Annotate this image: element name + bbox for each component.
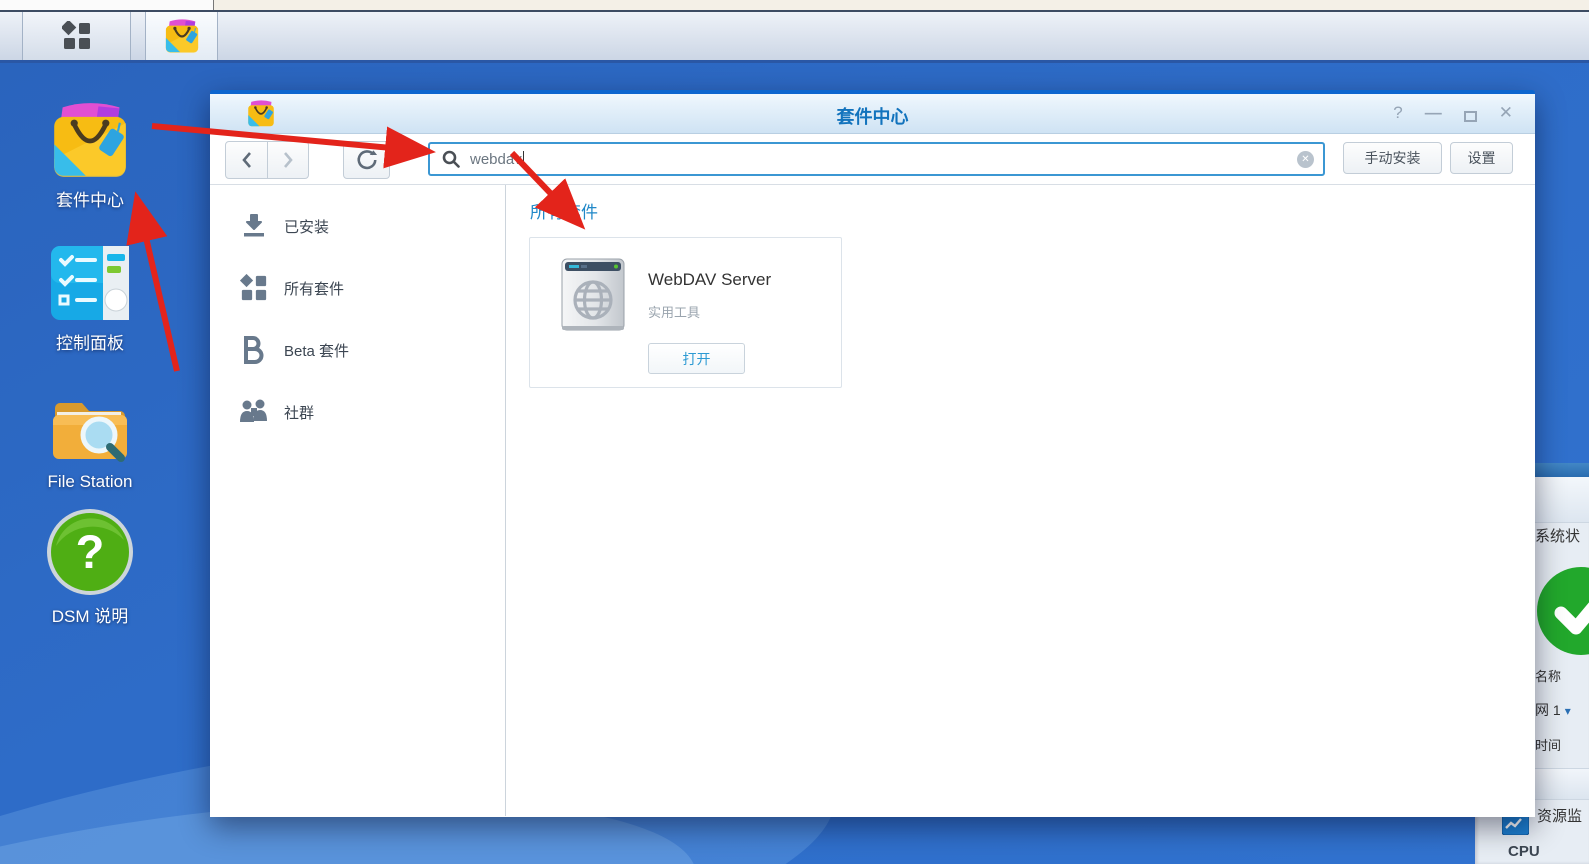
text-cursor [523,151,524,168]
dropdown-caret-icon: ▾ [1565,704,1571,718]
sidebar-item-beta-packages[interactable]: Beta 套件 [210,319,505,381]
package-name: WebDAV Server [648,270,771,290]
window-title: 套件中心 [210,103,1535,129]
system-health-title: 系统状 [1535,525,1580,546]
top-strip-right [213,0,1589,10]
toolbar: webdav ✕ 手动安装 设置 [210,134,1535,185]
installed-icon [240,212,268,240]
desktop-icon-file-station[interactable]: File Station [20,386,160,492]
package-category: 实用工具 [648,302,700,321]
section-title: 所有套件 [530,198,598,223]
desktop-icon-label: DSM 说明 [20,602,160,627]
clear-search-icon[interactable]: ✕ [1297,151,1314,168]
grid-menu-icon [62,21,92,51]
open-package-button[interactable]: 打开 [648,343,745,374]
beta-icon [242,334,266,366]
package-list: 所有套件 [506,185,1535,816]
refresh-button[interactable] [343,141,390,179]
webdav-server-icon [560,256,626,334]
control-panel-icon [49,243,131,323]
community-icon [239,398,269,426]
desktop-icon-package-center[interactable]: 套件中心 [20,100,160,211]
field-time-label: 时间 [1535,735,1561,754]
search-icon [442,150,460,168]
chevron-left-icon [241,151,253,169]
manual-install-button[interactable]: 手动安装 [1343,142,1442,174]
refresh-icon [356,149,378,171]
forward-button[interactable] [267,142,308,178]
desktop-icon-control-panel[interactable]: 控制面板 [20,243,160,354]
chevron-right-icon [282,151,294,169]
lan-dropdown[interactable]: 网 1▾ [1535,700,1571,720]
sidebar-item-community[interactable]: 社群 [210,381,505,443]
search-value: webdav [470,151,522,168]
close-icon[interactable]: ✕ [1499,100,1513,126]
sidebar-item-label: Beta 套件 [284,340,349,361]
settings-button[interactable]: 设置 [1450,142,1513,174]
desktop: 系统状 名称 网 1▾ 时间 资源监 CPU [0,0,1589,864]
back-button[interactable] [226,142,267,178]
sidebar-item-label: 社群 [284,402,314,423]
desktop-icon-dsm-help[interactable]: ? DSM 说明 [20,516,160,627]
package-card-webdav-server[interactable]: WebDAV Server 实用工具 打开 [529,237,842,388]
desktop-icon-label: File Station [20,472,160,492]
minimize-icon[interactable]: — [1425,100,1442,126]
sidebar-item-label: 已安装 [284,216,329,237]
all-packages-icon [240,274,268,302]
desktop-icon-label: 控制面板 [20,329,160,354]
field-name-label: 名称 [1535,666,1561,685]
resource-monitor-title: 资源监 [1537,805,1582,826]
main-menu-button[interactable] [22,12,131,60]
sidebar: 已安装 所有套件 [210,185,506,816]
file-station-icon [47,388,133,466]
sidebar-item-installed[interactable]: 已安装 [210,195,505,257]
sidebar-item-label: 所有套件 [284,278,344,299]
dsm-help-icon: ? [46,508,134,596]
green-check-icon [1537,567,1589,655]
package-center-icon [47,100,133,180]
help-icon[interactable]: ? [1393,100,1402,126]
cpu-label: CPU [1508,843,1540,860]
desktop-icon-label: 套件中心 [20,186,160,211]
resource-monitor-icon [1502,814,1529,835]
taskbar-package-center-task[interactable] [145,12,218,60]
titlebar: 套件中心 ? — ✕ [210,94,1535,134]
package-center-window: 套件中心 ? — ✕ [210,90,1535,817]
search-input[interactable]: webdav ✕ [428,142,1325,176]
maximize-icon[interactable] [1464,111,1477,122]
sidebar-item-all-packages[interactable]: 所有套件 [210,257,505,319]
package-center-icon [163,18,201,54]
taskbar [0,10,1589,63]
svg-text:?: ? [76,525,105,578]
